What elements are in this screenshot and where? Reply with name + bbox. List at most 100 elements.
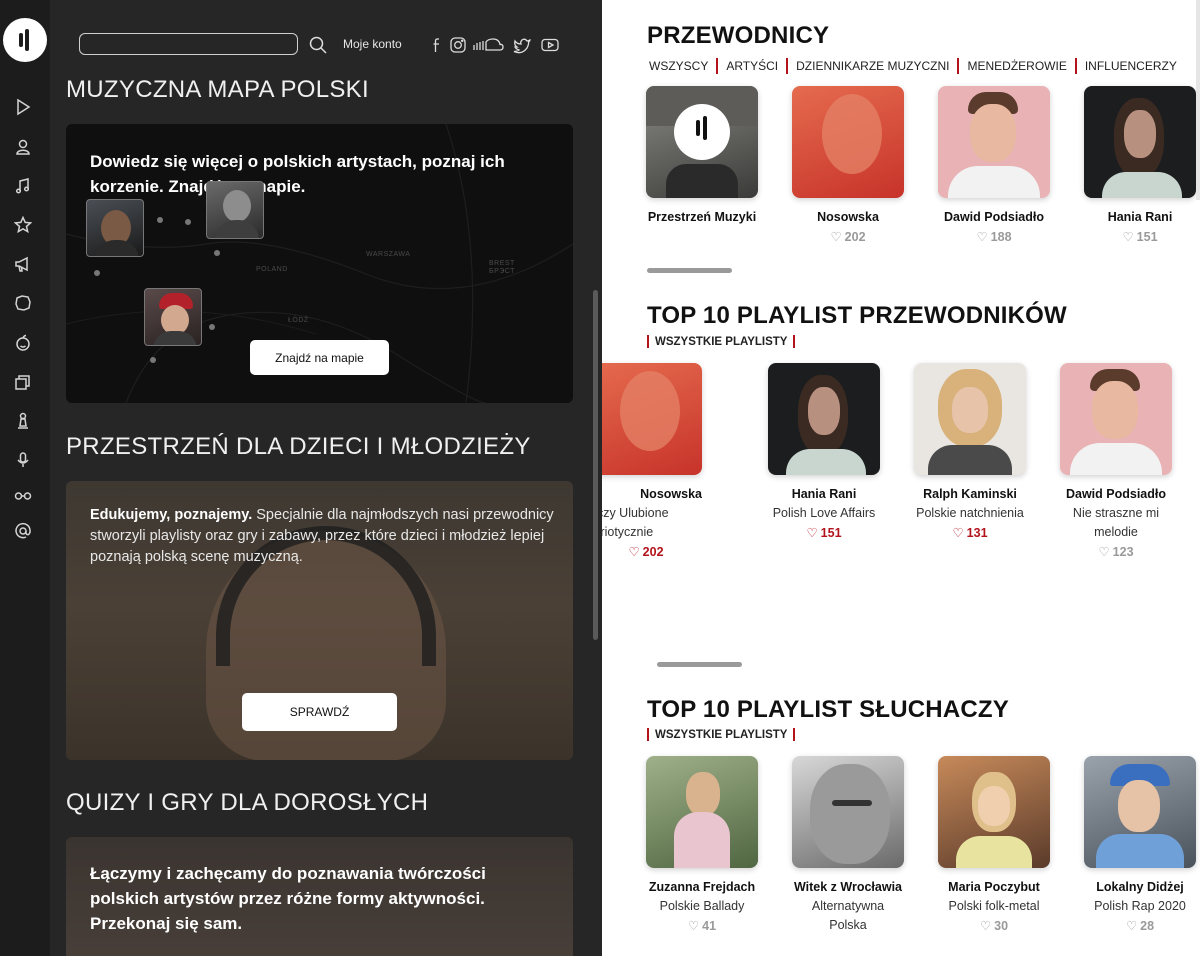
map-card: Dowiedz się więcej o polskich artystach,…: [66, 124, 573, 403]
map-marker[interactable]: [209, 324, 215, 330]
likes-count[interactable]: ♡ 123: [1060, 542, 1172, 562]
map-marker[interactable]: [150, 357, 156, 363]
map-heading: Dowiedz się więcej o polskich artystach,…: [90, 152, 505, 196]
playlist-title: Polskie Ballady: [659, 899, 745, 913]
twitter-icon[interactable]: [513, 36, 531, 54]
my-account-link[interactable]: Moje konto: [343, 37, 402, 51]
music-note-icon[interactable]: [13, 177, 33, 197]
heart-icon: ♡: [1125, 919, 1138, 933]
heart-icon: ♡: [830, 230, 842, 244]
likes-count[interactable]: ♡ 28: [1084, 916, 1196, 936]
map-marker[interactable]: [214, 250, 220, 256]
likes-count[interactable]: ♡ 151: [1084, 227, 1196, 247]
map-label: BREST: [489, 260, 515, 267]
likes-count[interactable]: ♡ 188: [938, 227, 1050, 247]
guide-card[interactable]: Hania Rani ♡ 151: [1084, 86, 1196, 247]
logo-bar: [25, 29, 29, 51]
left-scrollbar[interactable]: [593, 290, 598, 640]
heart-icon: ♡: [687, 919, 700, 933]
quiz-card: Łączymy i zachęcamy do poznawania twórcz…: [66, 837, 573, 956]
playlist-card[interactable]: Ralph Kaminski Polskie natchnienia ♡ 131: [914, 363, 1026, 543]
playlist-title: eczy Ulubione atriotycznie: [602, 506, 669, 539]
map-label: POLAND: [256, 266, 288, 273]
youtube-icon[interactable]: [541, 36, 559, 54]
map-marker[interactable]: [185, 219, 191, 225]
playlist-card[interactable]: Nosowska eczy Ulubione atriotycznie ♡202: [602, 363, 702, 562]
playlist-author: Lokalny Didżej: [1096, 880, 1184, 894]
facebook-icon[interactable]: [428, 36, 446, 54]
likes-count[interactable]: ♡ 202: [602, 542, 702, 562]
heart-icon: ♡: [979, 919, 992, 933]
right-scrollbar[interactable]: [1196, 0, 1200, 200]
guide-card[interactable]: Dawid Podsiadło ♡ 188: [938, 86, 1050, 247]
quiz-heading: Łączymy i zachęcamy do poznawania twórcz…: [90, 864, 486, 933]
filter-managers[interactable]: MENEDŻEROWIE: [965, 59, 1068, 73]
heart-icon: ♡: [1098, 545, 1110, 559]
top-guides-title: TOP 10 PLAYLIST PRZEWODNIKÓW: [647, 302, 1067, 329]
filter-artists[interactable]: ARTYŚCI: [724, 59, 780, 73]
map-section-title: MUZYCZNA MAPA POLSKI: [66, 76, 369, 103]
map-pin-artist[interactable]: [206, 181, 264, 239]
map-pin-artist[interactable]: [144, 288, 202, 346]
playlist-photo: [646, 756, 758, 868]
quiz-section-title: QUIZY I GRY DLA DOROSŁYCH: [66, 789, 429, 816]
map-marker[interactable]: [157, 217, 163, 223]
playlist-card[interactable]: Lokalny Didżej Polish Rap 2020 ♡ 28: [1084, 756, 1196, 936]
poland-map-icon[interactable]: [13, 294, 33, 314]
map-marker[interactable]: [94, 270, 100, 276]
guide-card[interactable]: Przestrzeń Muzyki: [646, 86, 758, 227]
soundcloud-icon[interactable]: [472, 36, 504, 54]
likes-count[interactable]: ♡ 30: [938, 916, 1050, 936]
playlist-photo: [1084, 756, 1196, 868]
likes-count[interactable]: ♡ 41: [646, 916, 758, 936]
top-guides-scrollbar[interactable]: [657, 662, 742, 667]
guide-name: Hania Rani: [1107, 210, 1173, 224]
playlist-card[interactable]: Witek z Wrocławia Alternatywna Polska: [792, 756, 904, 935]
all-playlists-link[interactable]: WSZYSTKIE PLAYLISTY: [647, 728, 801, 741]
map-label: WARSZAWA: [366, 251, 411, 258]
all-playlists-link[interactable]: WSZYSTKIE PLAYLISTY: [647, 335, 801, 348]
likes-count[interactable]: ♡ 202: [792, 227, 904, 247]
playlist-card[interactable]: Zuzanna Frejdach Polskie Ballady ♡ 41: [646, 756, 758, 936]
guide-card[interactable]: Nosowska ♡ 202: [792, 86, 904, 247]
filter-journalists[interactable]: DZIENNIKARZE MUZYCZNI: [794, 59, 951, 73]
person-icon[interactable]: [13, 138, 33, 158]
right-panel: PRZEWODNICY WSZYSCY ARTYŚCI DZIENNIKARZE…: [602, 0, 1200, 956]
playlist-title: Nie straszne mi melodie: [1072, 506, 1160, 539]
search-input[interactable]: [79, 33, 298, 55]
chess-pawn-icon[interactable]: [13, 412, 33, 432]
guides-scrollbar[interactable]: [647, 268, 732, 273]
books-icon[interactable]: [13, 373, 33, 393]
glasses-icon[interactable]: [13, 486, 33, 506]
playlist-card[interactable]: Dawid Podsiadło Nie straszne mi melodie …: [1060, 363, 1172, 562]
apple-icon[interactable]: [13, 334, 33, 354]
likes-count[interactable]: ♡ 131: [914, 523, 1026, 543]
playlist-title: Polish Rap 2020: [1094, 899, 1186, 913]
playlist-author: Dawid Podsiadło: [1065, 487, 1166, 501]
playlist-photo: [1060, 363, 1172, 475]
map-pin-artist[interactable]: [86, 199, 144, 257]
filter-all[interactable]: WSZYSCY: [647, 59, 710, 73]
find-on-map-button[interactable]: Znajdź na mapie: [250, 340, 389, 375]
star-icon[interactable]: [13, 215, 33, 236]
playlist-card[interactable]: Maria Poczybut Polski folk-metal ♡ 30: [938, 756, 1050, 936]
instagram-icon[interactable]: [449, 36, 467, 54]
filter-influencers[interactable]: INFLUENCERZY: [1083, 59, 1179, 73]
playlist-photo: [914, 363, 1026, 475]
megaphone-icon[interactable]: [13, 255, 33, 275]
check-button[interactable]: SPRAWDŹ: [242, 693, 397, 731]
divider: [957, 58, 960, 74]
at-icon[interactable]: [13, 522, 33, 542]
play-icon[interactable]: [13, 98, 33, 118]
kids-card: Edukujemy, poznajemy. Specjalnie dla naj…: [66, 481, 573, 760]
guide-photo: [1084, 86, 1196, 198]
search-icon[interactable]: [308, 35, 328, 55]
kids-section-title: PRZESTRZEŃ DLA DZIECI I MŁODZIEŻY: [66, 433, 531, 460]
logo[interactable]: [3, 18, 47, 62]
likes-count[interactable]: ♡ 151: [768, 523, 880, 543]
microphone-icon[interactable]: [13, 451, 33, 471]
guides-title: PRZEWODNICY: [647, 22, 830, 49]
playlist-card[interactable]: Hania Rani Polish Love Affairs ♡ 151: [768, 363, 880, 543]
divider: [1074, 58, 1077, 74]
playlist-author: Maria Poczybut: [948, 880, 1040, 894]
